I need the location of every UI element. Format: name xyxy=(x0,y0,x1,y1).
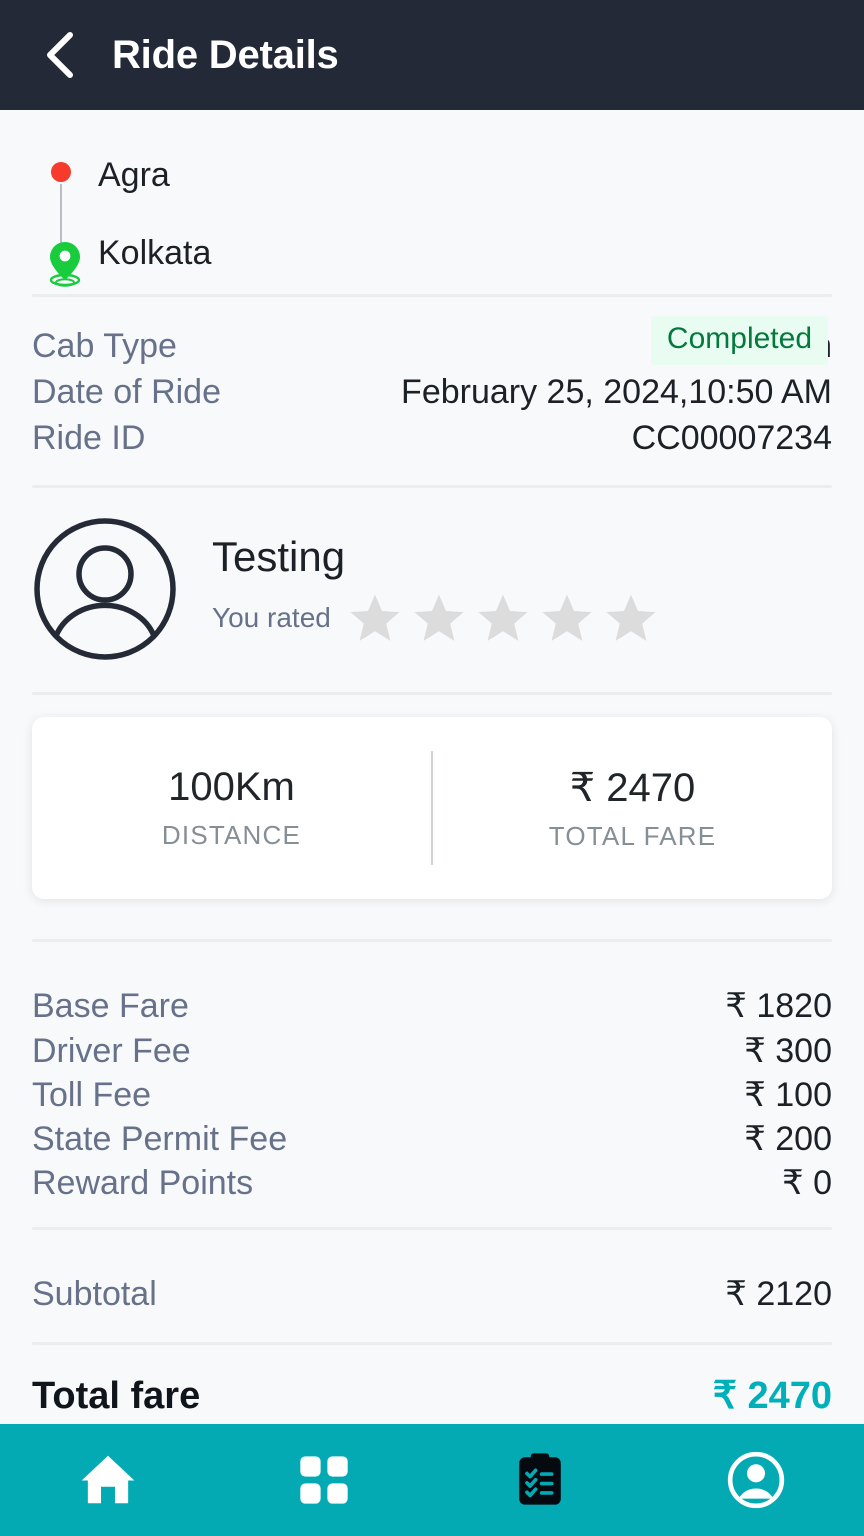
route-connector-line xyxy=(60,184,62,246)
bottom-navigation xyxy=(0,1424,864,1536)
star-icon[interactable] xyxy=(475,590,531,646)
nav-item-rides[interactable] xyxy=(432,1424,648,1536)
destination-pin-icon xyxy=(44,240,86,288)
rating-stars[interactable] xyxy=(347,590,659,646)
summary-section: 100Km DISTANCE ₹ 2470 TOTAL FARE xyxy=(0,695,864,923)
route-labels: Agra Kolkata xyxy=(98,154,832,270)
divider-fare xyxy=(32,1227,832,1231)
destination-label: Kolkata xyxy=(98,234,212,272)
home-icon xyxy=(81,1455,135,1504)
total-fare-label: TOTAL FARE xyxy=(548,820,717,851)
star-icon[interactable] xyxy=(411,590,467,646)
ride-info-value: CC00007234 xyxy=(631,419,832,458)
divider-summary xyxy=(32,939,832,943)
user-avatar-icon xyxy=(34,518,176,661)
fare-row: State Permit Fee ₹ 200 xyxy=(32,1117,832,1161)
fare-label: Toll Fee xyxy=(32,1075,152,1114)
content-area: Agra Kolkata Completed Cab Type Sedan Da… xyxy=(0,110,864,1424)
profile-icon xyxy=(727,1451,785,1509)
app-bar: Ride Details xyxy=(0,0,864,110)
subtotal-label: Subtotal xyxy=(32,1275,157,1314)
total-fare-row-value: ₹ 2470 xyxy=(712,1375,832,1418)
fare-label: Reward Points xyxy=(32,1164,254,1203)
grid-dashboard-icon xyxy=(300,1456,348,1504)
subtotal-section: Subtotal ₹ 2120 xyxy=(0,1246,864,1342)
route-section: Agra Kolkata Completed xyxy=(0,110,864,365)
ride-info-row: Date of Ride February 25, 2024,10:50 AM xyxy=(32,369,832,415)
total-fare-value: ₹ 2470 xyxy=(569,765,696,810)
ride-details-screen: Ride Details Agra Kolkata Completed Cab … xyxy=(0,0,864,1536)
status-badge: Completed xyxy=(650,316,828,365)
fare-label: Base Fare xyxy=(32,987,189,1026)
origin-dot-icon xyxy=(51,162,71,182)
total-fare-cell: ₹ 2470 TOTAL FARE xyxy=(433,717,832,899)
fare-value: ₹ 100 xyxy=(744,1075,832,1114)
star-icon[interactable] xyxy=(539,590,595,646)
fare-label: State Permit Fee xyxy=(32,1119,288,1158)
nav-item-home[interactable] xyxy=(0,1424,216,1536)
star-icon[interactable] xyxy=(347,590,403,646)
fare-value: ₹ 200 xyxy=(744,1119,832,1158)
ride-info-label: Cab Type xyxy=(32,327,177,365)
ride-info-label: Ride ID xyxy=(32,419,146,458)
driver-section: Testing You rated xyxy=(0,488,864,692)
avatar xyxy=(32,516,178,662)
clipboard-list-icon xyxy=(519,1453,561,1505)
back-button[interactable] xyxy=(36,30,82,80)
fare-row: Driver Fee ₹ 300 xyxy=(32,1029,832,1073)
fare-value: ₹ 1820 xyxy=(725,987,832,1026)
page-title: Ride Details xyxy=(112,32,339,77)
distance-label: DISTANCE xyxy=(161,820,302,851)
route-rail xyxy=(32,154,98,287)
ride-info-row: Ride ID CC00007234 xyxy=(32,415,832,461)
fare-row: Toll Fee ₹ 100 xyxy=(32,1073,832,1117)
star-icon[interactable] xyxy=(603,590,659,646)
total-fare-row-label: Total fare xyxy=(32,1375,201,1418)
nav-item-profile[interactable] xyxy=(648,1424,864,1536)
rating-label: You rated xyxy=(212,601,331,633)
ride-info-label: Date of Ride xyxy=(32,373,221,412)
driver-name: Testing xyxy=(212,533,346,581)
total-section: Total fare ₹ 2470 xyxy=(0,1345,864,1424)
fare-value: ₹ 0 xyxy=(782,1164,832,1203)
subtotal-value: ₹ 2120 xyxy=(725,1275,832,1314)
chevron-left-icon xyxy=(47,32,73,78)
driver-info: Testing You rated xyxy=(212,533,832,645)
rating-row: You rated xyxy=(212,590,832,646)
distance-cell: 100Km DISTANCE xyxy=(32,717,431,899)
summary-card: 100Km DISTANCE ₹ 2470 TOTAL FARE xyxy=(32,717,832,900)
ride-info-value: February 25, 2024,10:50 AM xyxy=(401,373,832,412)
distance-value: 100Km xyxy=(168,765,295,810)
fare-label: Driver Fee xyxy=(32,1031,191,1070)
fare-breakdown-section: Base Fare ₹ 1820 Driver Fee ₹ 300 Toll F… xyxy=(0,958,864,1211)
fare-row: Base Fare ₹ 1820 xyxy=(32,984,832,1028)
nav-item-dashboard[interactable] xyxy=(216,1424,432,1536)
subtotal-row: Subtotal ₹ 2120 xyxy=(32,1272,832,1316)
origin-label: Agra xyxy=(98,156,170,194)
fare-row: Reward Points ₹ 0 xyxy=(32,1161,832,1205)
fare-value: ₹ 300 xyxy=(744,1031,832,1070)
